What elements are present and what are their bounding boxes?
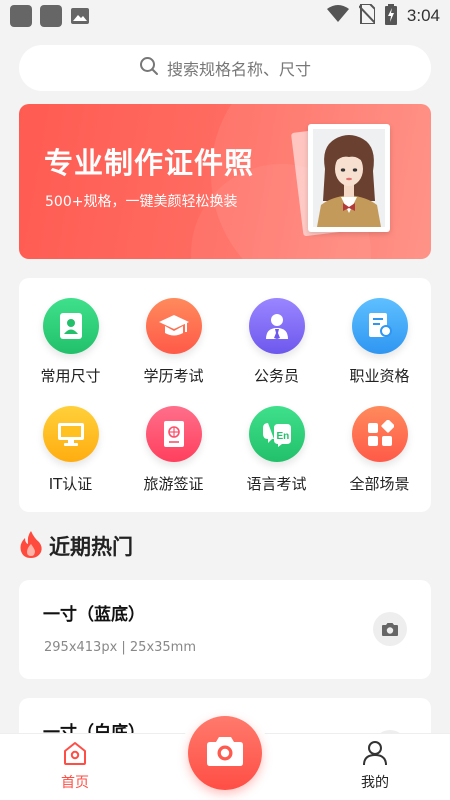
grid-apps-icon <box>352 406 408 462</box>
category-education-exam[interactable]: 学历考试 <box>122 278 225 385</box>
category-grid: 常用尺寸 学历考试 公务员 职业资格 IT认证 旅游签证 En 语言考试 全部场… <box>19 278 431 512</box>
notification-icon <box>40 5 62 27</box>
fire-icon <box>19 530 43 562</box>
banner-subtitle: 500+规格，一键美颜轻松换装 <box>45 194 238 210</box>
nav-home[interactable]: 首页 <box>35 740 115 792</box>
category-label: 学历考试 <box>143 367 204 385</box>
nav-mine-label: 我的 <box>361 775 389 791</box>
category-professional-qualification[interactable]: 职业资格 <box>328 278 431 385</box>
hot-item-card[interactable]: 一寸（蓝底） 295x413px | 25x35mm <box>19 580 431 679</box>
id-card-icon <box>43 298 99 354</box>
category-label: 语言考试 <box>246 475 307 493</box>
monitor-icon <box>43 406 99 462</box>
category-label: IT认证 <box>48 475 93 493</box>
nav-mine[interactable]: 我的 <box>335 740 415 792</box>
banner-title: 专业制作证件照 <box>44 146 255 180</box>
image-notification-icon <box>70 7 90 25</box>
category-label: 旅游签证 <box>143 475 204 493</box>
size-name: 一寸（蓝底） <box>43 605 145 625</box>
wifi-icon <box>326 5 349 27</box>
no-sim-icon <box>358 3 376 28</box>
search-placeholder: 搜索规格名称、尺寸 <box>166 60 311 79</box>
home-icon <box>62 742 88 770</box>
size-spec: 295x413px | 25x35mm <box>44 640 197 655</box>
camera-icon <box>205 735 245 771</box>
category-civil-servant[interactable]: 公务员 <box>225 278 328 385</box>
camera-icon[interactable] <box>373 612 407 646</box>
certificate-icon <box>352 298 408 354</box>
clock-time: 3:04 <box>406 6 440 25</box>
search-bar[interactable]: 搜索规格名称、尺寸 <box>19 45 431 91</box>
nav-home-label: 首页 <box>61 775 89 791</box>
speech-en-icon: En <box>249 406 305 462</box>
promo-banner[interactable]: 专业制作证件照 500+规格，一键美颜轻松换装 <box>19 104 431 259</box>
category-label: 常用尺寸 <box>40 367 101 385</box>
passport-icon <box>146 406 202 462</box>
category-label: 公务员 <box>253 367 299 385</box>
category-label: 职业资格 <box>349 367 410 385</box>
category-all-scenes[interactable]: 全部场景 <box>328 386 431 493</box>
category-travel-visa[interactable]: 旅游签证 <box>122 386 225 493</box>
graduation-cap-icon <box>146 298 202 354</box>
app-screen: 3:04 搜索规格名称、尺寸 专业制作证件照 500+规格，一键美颜轻松换装 常… <box>0 0 450 800</box>
notification-icon <box>10 5 32 27</box>
person-tie-icon <box>249 298 305 354</box>
category-it-cert[interactable]: IT认证 <box>19 386 122 493</box>
user-icon <box>362 741 388 770</box>
svg-text:En: En <box>277 431 290 442</box>
battery-charging-icon <box>384 3 397 29</box>
status-bar: 3:04 <box>0 0 450 32</box>
hot-section-header: 近期热门 <box>19 531 133 561</box>
category-label: 全部场景 <box>349 475 410 493</box>
id-photo-sample <box>308 124 390 232</box>
search-icon <box>139 56 159 80</box>
category-language-exam[interactable]: En 语言考试 <box>225 386 328 493</box>
hot-section-title: 近期热门 <box>49 535 133 559</box>
portrait-illustration <box>313 129 385 227</box>
category-common-size[interactable]: 常用尺寸 <box>19 278 122 385</box>
take-photo-button[interactable] <box>188 716 262 790</box>
